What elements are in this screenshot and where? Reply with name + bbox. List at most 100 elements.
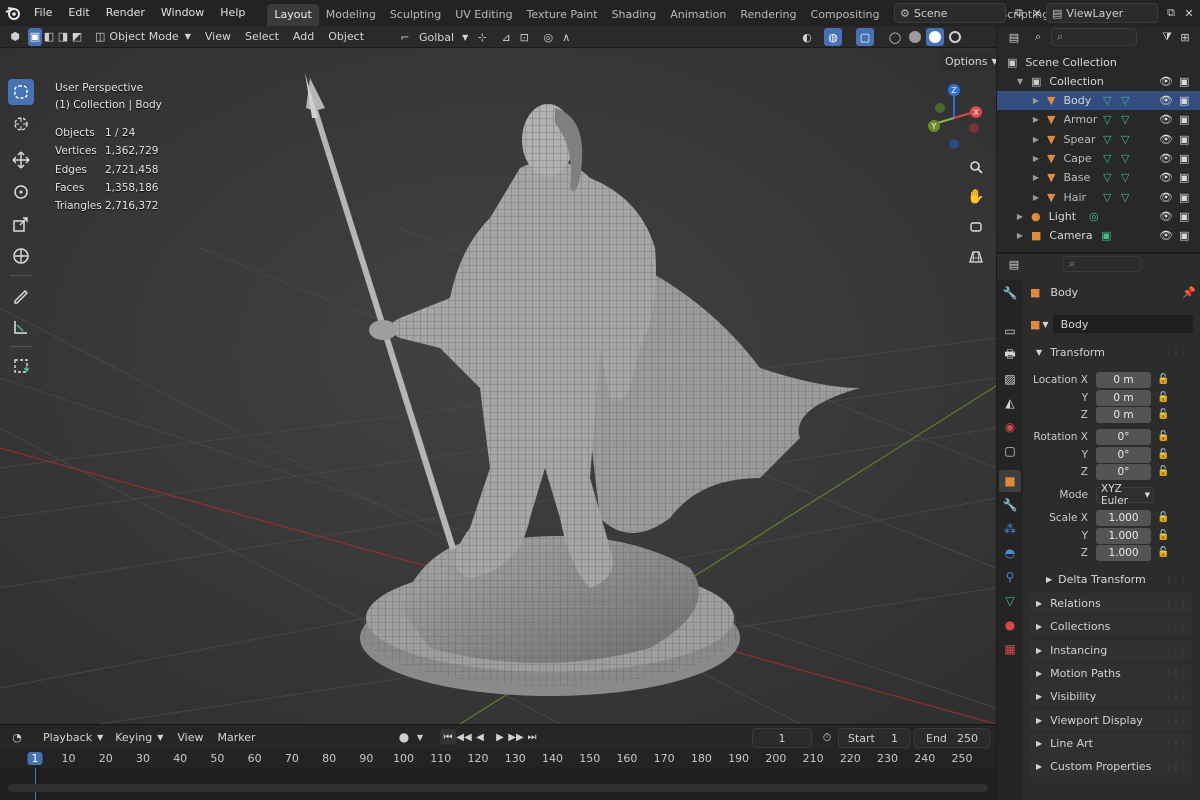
drag-handle-icon[interactable]: ⋮⋮⋮ <box>1165 348 1187 357</box>
outliner-object-base[interactable]: ▶ ▼ Base ▽ ▽ 👁 ▣ <box>997 168 1200 187</box>
xray-toggle-icon[interactable]: ▢ <box>856 28 874 46</box>
outliner-object-armor[interactable]: ▶ ▼ Armor ▽ ▽ 👁 ▣ <box>997 110 1200 129</box>
scene-tab-icon[interactable]: ◭ <box>999 392 1021 414</box>
rotate-tool-icon[interactable] <box>8 179 34 205</box>
wireframe-shading-icon[interactable]: ◯ <box>886 28 904 46</box>
visibility-eye-icon[interactable]: 👁 <box>1159 171 1173 184</box>
keying-menu[interactable]: Keying ▼ <box>110 729 168 747</box>
preview-range-icon[interactable]: ⏱ <box>818 729 836 747</box>
expand-triangle-icon[interactable]: ▶ <box>1031 135 1041 144</box>
expand-triangle-icon[interactable]: ▶ <box>1031 173 1041 182</box>
workspace-tab-uv-editing[interactable]: UV Editing <box>448 4 519 26</box>
panel-relations[interactable]: ▶ Relations ⋮⋮⋮ <box>1030 593 1192 614</box>
panel-instancing[interactable]: ▶ Instancing ⋮⋮⋮ <box>1030 639 1192 661</box>
end-frame-field[interactable]: End 250 <box>914 728 990 748</box>
snap-target-icon[interactable]: ⊡ <box>515 28 533 46</box>
timeline-ruler[interactable]: 1 10 20 30 40 50 60 70 80 90 100 110 120 130 140 150 160… <box>0 750 996 800</box>
rotation-x-field[interactable]: 0° <box>1096 428 1151 445</box>
menu-window[interactable]: Window <box>153 0 212 26</box>
show-overlays-icon[interactable]: ◍ <box>824 28 842 46</box>
visibility-eye-icon[interactable]: 👁 <box>1159 94 1173 107</box>
scale-tool-icon[interactable] <box>8 211 34 237</box>
workspace-tab-modeling[interactable]: Modeling <box>319 4 383 26</box>
menu-edit[interactable]: Edit <box>60 0 97 26</box>
drag-handle-icon[interactable]: ⋮⋮⋮ <box>1165 739 1187 748</box>
panel-line-art[interactable]: ▶ Line Art ⋮⋮⋮ <box>1030 732 1192 754</box>
play-icon[interactable]: ▶ <box>492 729 508 745</box>
chevron-down-icon[interactable]: ▼ <box>412 729 428 745</box>
workspace-tab-rendering[interactable]: Rendering <box>733 4 803 26</box>
panel-visibility[interactable]: ▶ Visibility ⋮⋮⋮ <box>1030 686 1192 708</box>
expand-triangle-icon[interactable]: ▶ <box>1031 115 1041 124</box>
outliner-object-hair[interactable]: ▶ ▼ Hair ▽ ▽ 👁 ▣ <box>997 188 1200 207</box>
drag-handle-icon[interactable]: ⋮⋮⋮ <box>1165 762 1187 771</box>
transform-panel-header[interactable]: ▼ Transform ⋮⋮⋮ <box>1030 342 1192 363</box>
add-menu[interactable]: Add <box>288 28 319 46</box>
render-camera-icon[interactable]: ▣ <box>1179 171 1189 184</box>
select-extend-icon[interactable]: ◧ <box>42 28 56 46</box>
world-tab-icon[interactable]: ◉ <box>999 416 1021 438</box>
properties-search-input[interactable]: ⌕ <box>1063 256 1141 272</box>
display-filter-icon[interactable]: ⌕ <box>1029 28 1047 46</box>
rotation-mode-dropdown[interactable]: XYZ Euler ▼ <box>1096 483 1154 507</box>
drag-handle-icon[interactable]: ⋮⋮⋮ <box>1165 575 1187 584</box>
navigation-gizmo[interactable]: Z Y X <box>920 82 992 154</box>
proportional-editing-icon[interactable]: ◎ <box>539 28 557 46</box>
new-scene-icon[interactable]: ⧉ <box>1010 4 1028 22</box>
material-preview-icon[interactable] <box>926 28 944 46</box>
expand-triangle-icon[interactable]: ▶ <box>1015 212 1025 221</box>
panel-collections[interactable]: ▶ Collections ⋮⋮⋮ <box>1030 616 1192 638</box>
expand-triangle-icon[interactable]: ▶ <box>1031 154 1041 163</box>
workspace-tab-animation[interactable]: Animation <box>663 4 733 26</box>
transform-tool-icon[interactable] <box>8 243 34 269</box>
filter-icon[interactable]: ⧩ <box>1158 28 1176 46</box>
scene-selector[interactable]: ⚙ Scene <box>894 3 1006 23</box>
new-collection-icon[interactable]: ⊞ <box>1176 28 1194 46</box>
constraints-tab-icon[interactable]: ⚲ <box>999 566 1021 588</box>
marker-menu[interactable]: Marker <box>212 729 260 747</box>
data-tab-icon[interactable]: ▽ <box>999 590 1021 612</box>
render-camera-icon[interactable]: ▣ <box>1179 229 1189 242</box>
workspace-tab-sculpting[interactable]: Sculpting <box>383 4 448 26</box>
view-layer-tab-icon[interactable]: ▨ <box>999 368 1021 390</box>
visibility-eye-icon[interactable]: 👁 <box>1159 75 1173 88</box>
outliner-search-input[interactable]: ⌕ <box>1051 28 1137 46</box>
play-reverse-icon[interactable]: ◀ <box>472 729 488 745</box>
panel-viewport-display[interactable]: ▶ Viewport Display ⋮⋮⋮ <box>1030 709 1192 731</box>
render-tab-icon[interactable]: ▭ <box>999 320 1021 342</box>
object-tab-icon[interactable]: ■ <box>999 470 1021 492</box>
record-icon[interactable]: ● <box>396 729 412 745</box>
tool-tab-icon[interactable]: 🔧 <box>999 282 1021 304</box>
location-z-field[interactable]: 0 m <box>1096 406 1151 423</box>
outliner-light[interactable]: ▶ ● Light ◎ 👁 ▣ <box>997 207 1200 226</box>
scale-y-field[interactable]: 1.000 <box>1096 527 1151 544</box>
outliner-object-spear[interactable]: ▶ ▼ Spear ▽ ▽ 👁 ▣ <box>997 130 1200 149</box>
workspace-tab-shading[interactable]: Shading <box>605 4 664 26</box>
modifiers-tab-icon[interactable]: 🔧 <box>999 494 1021 516</box>
lock-icon[interactable]: 🔓 <box>1157 449 1169 460</box>
playback-menu[interactable]: Playback ▼ <box>38 729 108 747</box>
rotation-z-field[interactable]: 0° <box>1096 463 1151 480</box>
outliner-object-cape[interactable]: ▶ ▼ Cape ▽ ▽ 👁 ▣ <box>997 149 1200 168</box>
outliner-scene-collection[interactable]: ▣ Scene Collection <box>997 53 1200 72</box>
current-frame-marker[interactable]: 1 <box>27 752 43 765</box>
blender-logo-icon[interactable] <box>0 0 26 26</box>
visibility-eye-icon[interactable]: 👁 <box>1159 152 1173 165</box>
drag-handle-icon[interactable]: ⋮⋮⋮ <box>1165 622 1187 631</box>
3d-viewport[interactable]: User Perspective (1) Collection | Body O… <box>0 48 996 724</box>
rendered-shading-icon[interactable] <box>946 28 964 46</box>
lock-icon[interactable]: 🔓 <box>1157 547 1169 558</box>
visibility-eye-icon[interactable]: 👁 <box>1159 191 1173 204</box>
expand-triangle-icon[interactable]: ▼ <box>1015 77 1025 86</box>
timeline-scrollbar[interactable] <box>8 784 988 792</box>
visibility-eye-icon[interactable]: 👁 <box>1159 113 1173 126</box>
scale-x-field[interactable]: 1.000 <box>1096 509 1151 526</box>
object-menu[interactable]: Object <box>323 28 369 46</box>
lock-icon[interactable]: 🔓 <box>1157 530 1169 541</box>
render-camera-icon[interactable]: ▣ <box>1179 210 1189 223</box>
solid-shading-icon[interactable] <box>906 28 924 46</box>
workspace-tab-compositing[interactable]: Compositing <box>804 4 887 26</box>
select-invert-icon[interactable]: ◩ <box>70 28 84 46</box>
render-camera-icon[interactable]: ▣ <box>1179 75 1189 88</box>
options-dropdown[interactable]: Options ▼ <box>940 52 996 70</box>
